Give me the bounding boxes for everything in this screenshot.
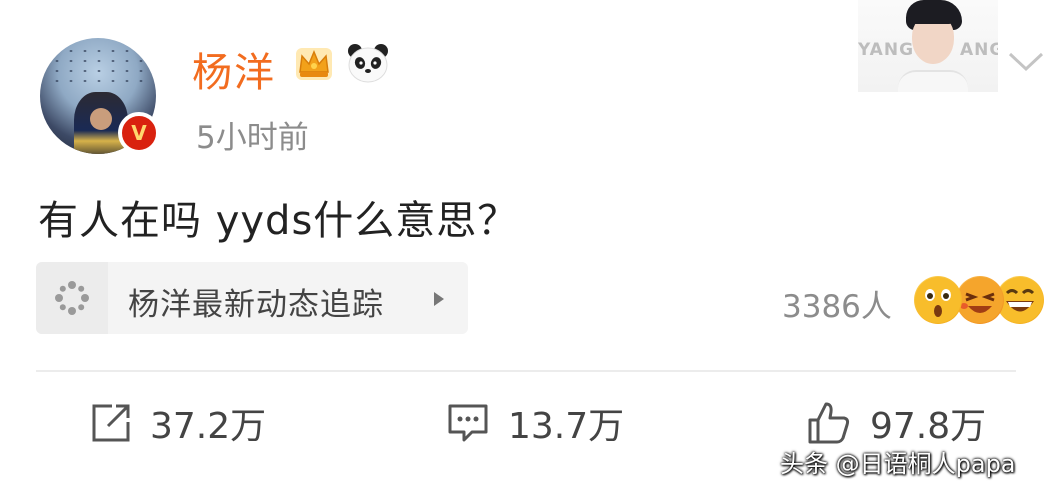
topic-link[interactable]: 杨洋最新动态追踪 [36,262,468,334]
crown-icon [296,48,332,80]
topic-link-label: 杨洋最新动态追踪 [128,287,384,323]
repost-icon [92,404,130,442]
profile-cover-card[interactable]: YANG ANG [858,0,998,92]
post-content: 有人在吗 yyds什么意思？ [38,198,519,244]
author-name[interactable]: 杨洋 [192,40,276,98]
reaction-count[interactable]: 3386人 [782,281,892,326]
verified-badge-icon: V [118,112,160,154]
divider [36,370,1016,372]
surprised-emoji-icon [914,276,962,324]
comment-button[interactable]: 13.7万 [446,398,624,448]
avatar-face [90,108,112,130]
weibo-post-card: V 杨洋 5小时前 YANG ANG 有人在吗 yyds什么意思？ 杨洋最新动态… [0,0,1051,486]
panda-icon [348,44,388,83]
comment-icon [448,404,488,442]
repost-count: 37.2万 [150,406,267,447]
laugh-emoji-icon [956,276,1004,324]
like-count: 97.8万 [870,406,987,447]
cover-person-image [898,0,968,92]
repost-button[interactable]: 37.2万 [90,398,266,448]
post-timestamp: 5小时前 [196,120,309,156]
avatar-background [50,46,146,86]
sparkle-topic-icon [55,281,89,315]
chevron-down-icon[interactable] [1006,50,1046,74]
caret-right-icon [434,292,444,306]
source-watermark: 头条 @日语桐人papa [780,450,1016,478]
thumbs-up-icon [808,402,850,444]
like-button[interactable]: 97.8万 [806,398,986,448]
comment-count: 13.7万 [508,406,625,447]
topic-icon-box [36,262,108,334]
